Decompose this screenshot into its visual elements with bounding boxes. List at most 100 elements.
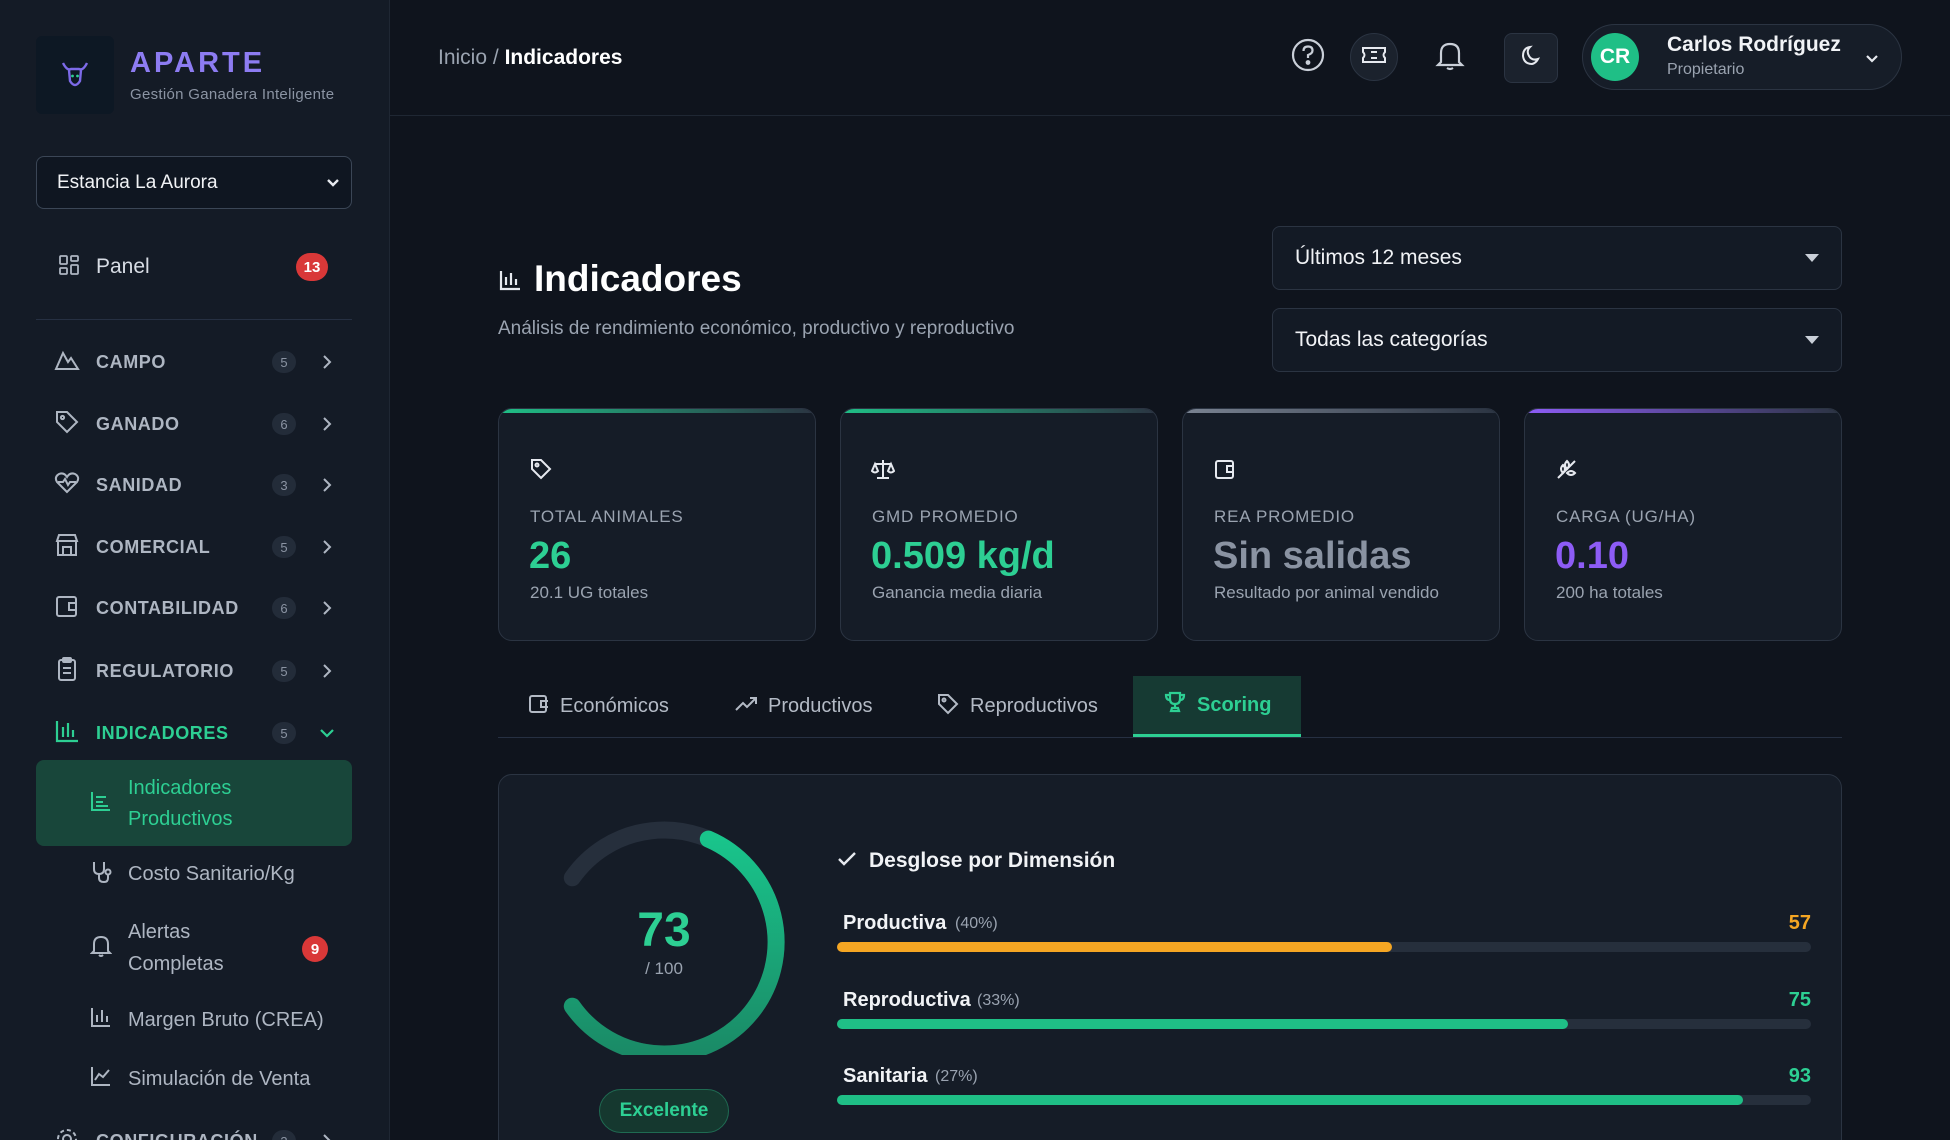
trophy-icon bbox=[1163, 690, 1187, 720]
chevron-right-icon bbox=[318, 476, 336, 499]
progress-fill bbox=[837, 1019, 1568, 1029]
bar-chart-icon bbox=[54, 718, 80, 749]
kpi-accent-bar bbox=[499, 409, 815, 413]
sidebar-subitem-margen-bruto[interactable]: Margen Bruto (CREA) bbox=[90, 1004, 350, 1036]
tab-label: Scoring bbox=[1197, 693, 1272, 716]
sidebar-group-indicadores[interactable]: INDICADORES 5 bbox=[54, 716, 350, 750]
count-badge: 6 bbox=[272, 597, 296, 619]
kpi-card-rea-promedio: REA PROMEDIO Sin salidas Resultado por a… bbox=[1182, 408, 1500, 641]
kpi-subtext: 20.1 UG totales bbox=[530, 583, 649, 602]
kpi-label: GMD PROMEDIO bbox=[872, 507, 1019, 526]
sidebar-subitem-simulacion[interactable]: Simulación de Venta bbox=[90, 1063, 350, 1095]
clipboard-icon bbox=[54, 656, 80, 687]
heart-pulse-icon bbox=[54, 471, 80, 500]
tickets-button[interactable] bbox=[1350, 33, 1398, 81]
tab-productivos[interactable]: Productivos bbox=[704, 676, 903, 737]
mountain-icon bbox=[54, 348, 80, 377]
kpi-subtext: Ganancia media diaria bbox=[872, 583, 1043, 602]
breakdown-title: Desglose por Dimensión bbox=[837, 849, 1115, 873]
kpi-subtext: Resultado por animal vendido bbox=[1214, 583, 1439, 602]
wheat-icon bbox=[1555, 457, 1579, 486]
kpi-accent-bar bbox=[1525, 409, 1841, 413]
dimension-name: Reproductiva bbox=[843, 989, 971, 1011]
kpi-value: Sin salidas bbox=[1213, 535, 1412, 577]
sidebar-group-contabilidad[interactable]: CONTABILIDAD 6 bbox=[54, 591, 350, 625]
breadcrumb: Inicio / Indicadores bbox=[438, 46, 622, 70]
breadcrumb-separator: / bbox=[492, 46, 499, 69]
sidebar-item-label: Panel bbox=[96, 255, 150, 278]
ticket-icon bbox=[1361, 44, 1387, 71]
sidebar-group-sanidad[interactable]: SANIDAD 3 bbox=[54, 468, 350, 502]
dimension-row-sanitaria: Sanitaria (27%) 93 bbox=[837, 1065, 1811, 1115]
tab-label: Productivos bbox=[768, 695, 873, 717]
sidebar-subitem-costo-sanitario[interactable]: Costo Sanitario/Kg bbox=[90, 858, 350, 890]
scoring-card: 73 / 100 Excelente Desglose por Dimensió… bbox=[498, 774, 1842, 1140]
tab-reproductivos[interactable]: Reproductivos bbox=[906, 676, 1128, 737]
category-select[interactable]: Todas las categorías bbox=[1272, 308, 1842, 372]
kpi-label: REA PROMEDIO bbox=[1214, 507, 1355, 526]
kpi-accent-bar bbox=[841, 409, 1157, 413]
breadcrumb-link-inicio[interactable]: Inicio bbox=[438, 46, 487, 69]
dimension-name: Productiva bbox=[843, 912, 947, 934]
tag-icon bbox=[54, 409, 80, 440]
dimension-weight: (27%) bbox=[935, 1068, 978, 1085]
sidebar-group-label: GANADO bbox=[96, 413, 180, 434]
sidebar-group-regulatorio[interactable]: REGULATORIO 5 bbox=[54, 654, 350, 688]
sidebar-subitem-indicadores-productivos[interactable]: Indicadores Productivos bbox=[90, 772, 350, 836]
tab-label: Económicos bbox=[560, 695, 669, 717]
line-chart-icon bbox=[90, 1065, 112, 1092]
user-menu[interactable]: CR Carlos Rodríguez Propietario bbox=[1582, 24, 1902, 90]
estancia-select[interactable]: Estancia La Aurora bbox=[36, 156, 352, 209]
caret-down-icon bbox=[1805, 336, 1819, 344]
kpi-card-total-animales: TOTAL ANIMALES 26 20.1 UG totales bbox=[498, 408, 816, 641]
dimension-name: Sanitaria bbox=[843, 1065, 928, 1087]
sidebar-group-configuracion[interactable]: CONFIGURACIÓN 3 bbox=[54, 1124, 350, 1140]
caret-down-icon bbox=[1805, 254, 1819, 262]
moon-icon bbox=[1519, 44, 1543, 73]
breakdown-title-label: Desglose por Dimensión bbox=[869, 849, 1116, 872]
kpi-card-carga: CARGA (UG/HA) 0.10 200 ha totales bbox=[1524, 408, 1842, 641]
bar-chart-icon bbox=[498, 268, 522, 297]
bar-chart-icon bbox=[90, 1006, 112, 1033]
notifications-button[interactable] bbox=[1426, 33, 1474, 81]
user-role: Propietario bbox=[1667, 61, 1745, 78]
scale-icon bbox=[870, 457, 896, 486]
tag-icon bbox=[936, 692, 960, 722]
sidebar: APARTE Gestión Ganadera Inteligente Esta… bbox=[0, 0, 390, 1140]
tab-scoring[interactable]: Scoring bbox=[1133, 676, 1301, 737]
tab-economicos[interactable]: Económicos bbox=[498, 676, 699, 737]
chevron-right-icon bbox=[318, 599, 336, 622]
kpi-value: 26 bbox=[529, 535, 572, 577]
bell-icon bbox=[89, 934, 113, 963]
theme-toggle-button[interactable] bbox=[1504, 33, 1558, 83]
kpi-subtext: 200 ha totales bbox=[1556, 583, 1663, 602]
dimension-weight: (33%) bbox=[977, 992, 1020, 1009]
breadcrumb-current: Indicadores bbox=[504, 46, 623, 69]
sidebar-group-comercial[interactable]: COMERCIAL 5 bbox=[54, 530, 350, 564]
wallet-icon bbox=[1213, 457, 1237, 486]
kpi-label: CARGA (UG/HA) bbox=[1556, 507, 1696, 526]
kpi-label: TOTAL ANIMALES bbox=[530, 507, 684, 526]
sidebar-group-label: CAMPO bbox=[96, 351, 166, 372]
sidebar-subitem-label: Margen Bruto (CREA) bbox=[128, 1009, 324, 1031]
sidebar-group-ganado[interactable]: GANADO 6 bbox=[54, 407, 350, 441]
sidebar-subitem-label: Alertas bbox=[128, 921, 191, 943]
count-badge: 5 bbox=[272, 536, 296, 558]
sidebar-subitem-alertas[interactable]: Alertas Completas 9 bbox=[89, 916, 350, 980]
kpi-value: 0.10 bbox=[1555, 535, 1629, 577]
period-select[interactable]: Últimos 12 meses bbox=[1272, 226, 1842, 290]
period-select-value: Últimos 12 meses bbox=[1295, 246, 1462, 269]
score-gauge: 73 / 100 bbox=[499, 775, 829, 1105]
sidebar-group-campo[interactable]: CAMPO 5 bbox=[54, 345, 350, 379]
progress-track bbox=[837, 1095, 1811, 1105]
brand[interactable]: APARTE Gestión Ganadera Inteligente bbox=[36, 36, 334, 114]
chevron-down-icon bbox=[323, 172, 343, 198]
wallet-icon bbox=[528, 693, 550, 721]
help-button[interactable] bbox=[1284, 33, 1332, 81]
topbar: Inicio / Indicadores CR Carlos Rodríguez… bbox=[390, 0, 1950, 116]
dimension-score: 57 bbox=[1788, 912, 1811, 934]
score-value: 73 bbox=[637, 904, 691, 957]
dimension-weight: (40%) bbox=[955, 915, 998, 932]
trending-up-icon bbox=[734, 693, 758, 721]
sidebar-item-panel[interactable]: Panel 13 bbox=[58, 252, 348, 282]
